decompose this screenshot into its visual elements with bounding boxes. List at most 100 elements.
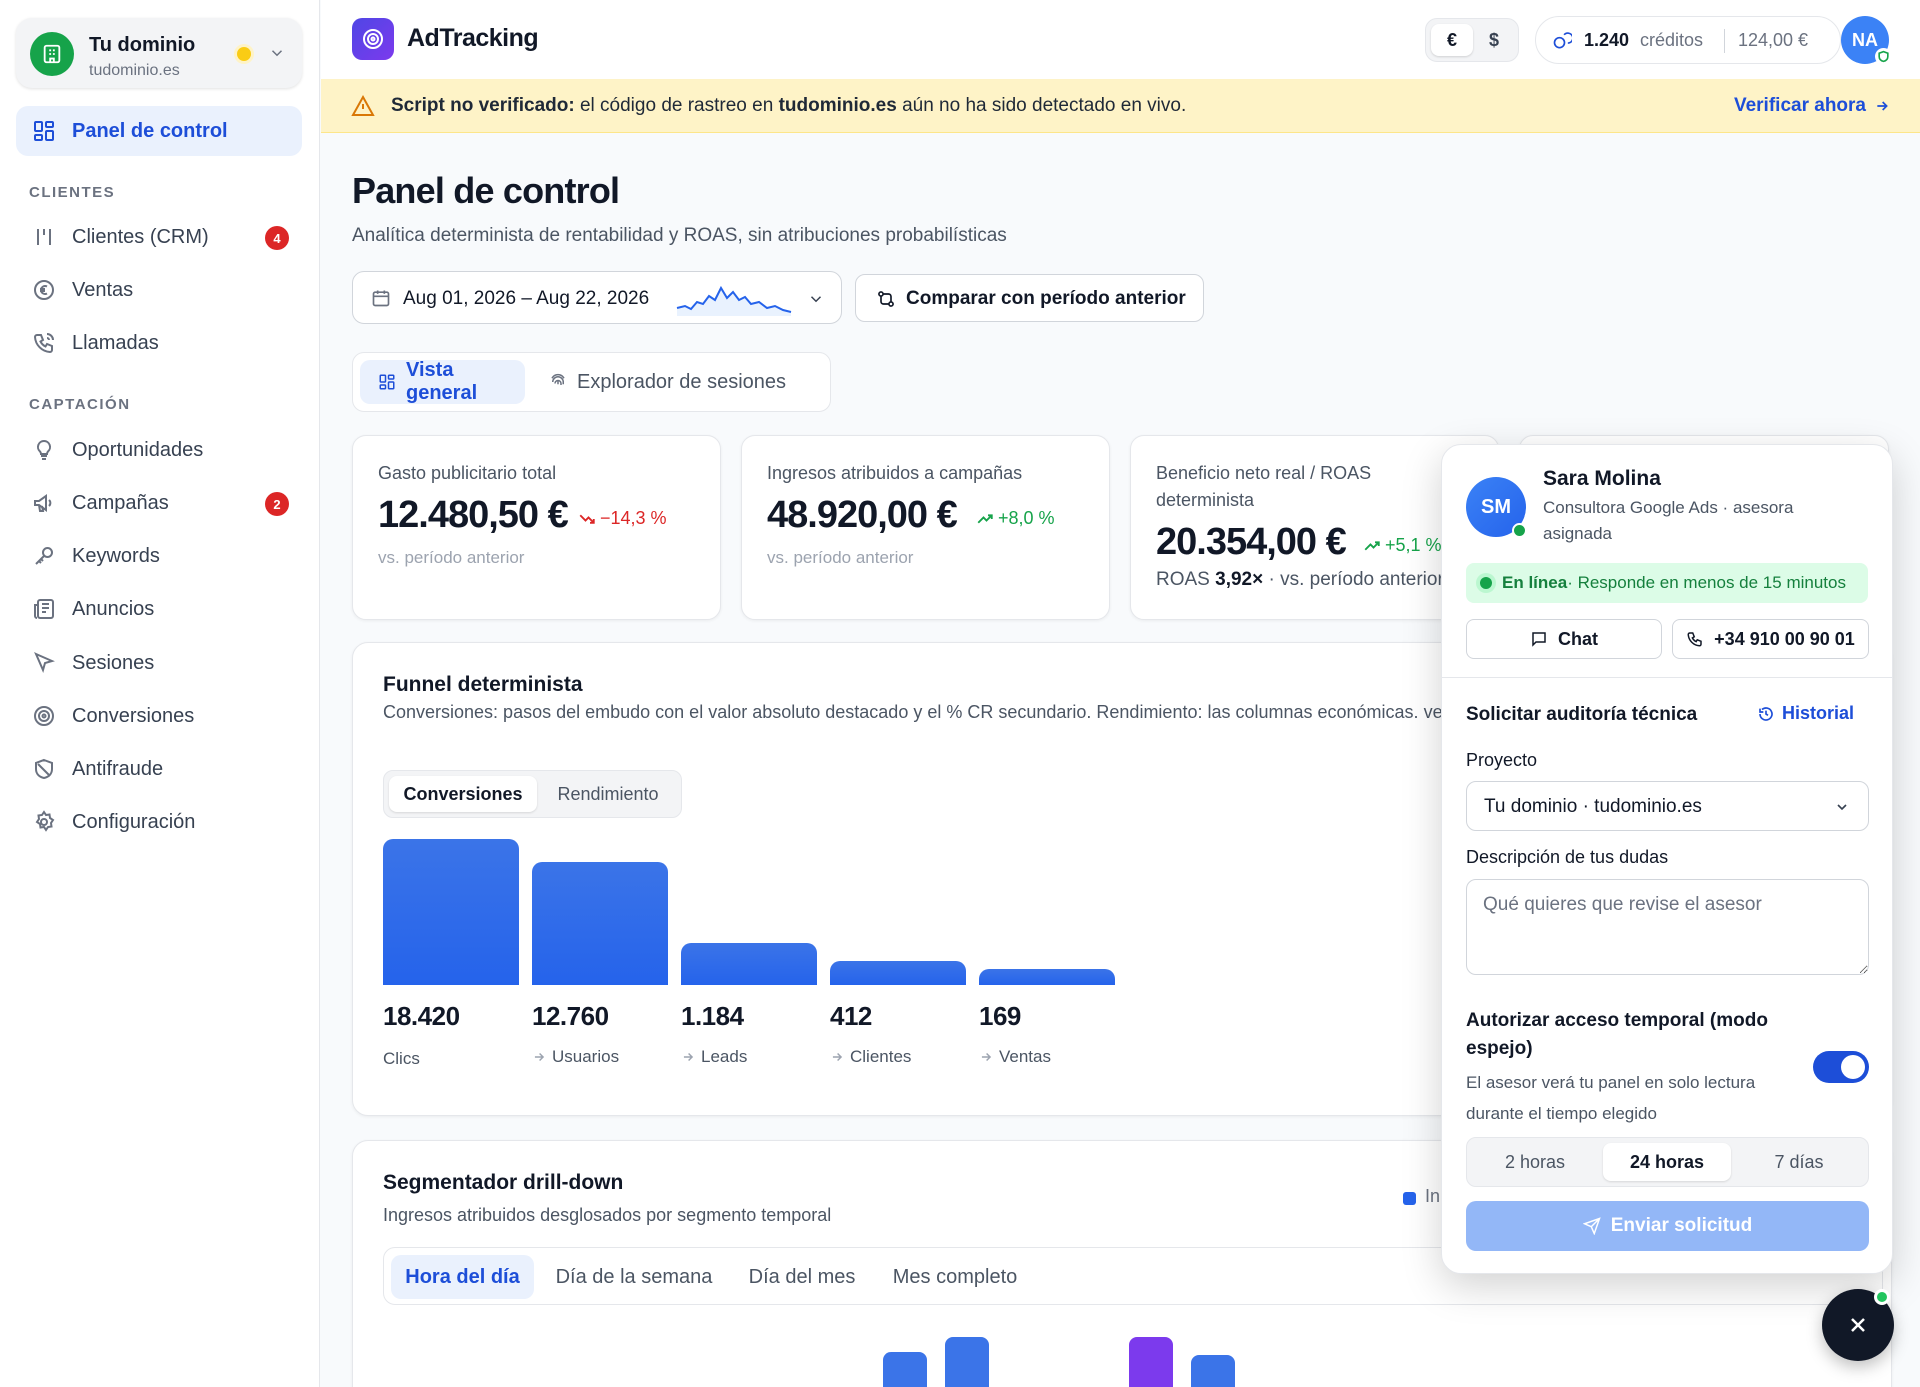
history-link[interactable]: Historial — [1758, 703, 1854, 724]
sidebar-item-keywords[interactable]: Keywords — [16, 531, 302, 581]
duration-24h[interactable]: 24 horas — [1603, 1143, 1731, 1181]
tab-mes-completo[interactable]: Mes completo — [880, 1255, 1030, 1299]
domain-name: Tu dominio — [89, 34, 196, 56]
funnel-bar-ventas — [979, 969, 1115, 985]
credits-label: créditos — [1640, 30, 1704, 50]
credits-count: 1.240 — [1584, 30, 1630, 50]
funnel-value: 12.760 — [532, 1001, 609, 1031]
call-button[interactable]: +34 910 00 90 01 — [1672, 619, 1869, 659]
sidebar-item-label: Ventas — [72, 279, 134, 301]
duration-7d[interactable]: 7 días — [1735, 1143, 1863, 1181]
tab-conversiones[interactable]: Conversiones — [389, 776, 537, 812]
funnel-bar-clics — [383, 839, 519, 985]
project-select[interactable]: Tu dominio · tudominio.es — [1466, 781, 1869, 831]
fingerprint-icon — [352, 18, 394, 60]
compare-period-button[interactable]: Comparar con período anterior — [855, 274, 1204, 322]
newspaper-icon — [32, 597, 56, 621]
funnel-value: 412 — [830, 1001, 872, 1031]
sidebar-item-label: Antifraude — [72, 758, 164, 780]
legend-label: In — [1425, 1186, 1441, 1206]
sidebar-item-ventas[interactable]: Ventas — [16, 265, 302, 315]
top-bar: AdTracking € $ 1.240 créditos 124,00 € N… — [321, 0, 1920, 79]
compare-label: Comparar con período anterior — [906, 288, 1186, 309]
funnel-value: 1.184 — [681, 1001, 744, 1031]
funnel-label: Usuarios — [532, 1047, 619, 1067]
sidebar-item-conversiones[interactable]: Conversiones — [16, 691, 302, 741]
project-value: Tu dominio · tudominio.es — [1484, 796, 1702, 817]
sidebar-item-label: Anuncios — [72, 598, 155, 620]
funnel-label: Clics — [383, 1049, 420, 1068]
duration-2h[interactable]: 2 horas — [1471, 1143, 1599, 1181]
gear-icon — [32, 810, 56, 834]
lightbulb-icon — [32, 438, 56, 462]
sidebar-item-anuncios[interactable]: Anuncios — [16, 584, 302, 634]
kpi-value: 48.920,00 € — [767, 494, 958, 536]
tab-rendimiento[interactable]: Rendimiento — [539, 776, 677, 812]
doubts-textarea[interactable] — [1466, 879, 1869, 975]
send-icon — [1582, 1217, 1601, 1235]
sidebar-item-oportunidades[interactable]: Oportunidades — [16, 425, 302, 475]
chat-icon — [1532, 632, 1546, 647]
close-icon — [1851, 1318, 1865, 1332]
tab-explorador-de-sesiones[interactable]: Explorador de sesiones — [533, 360, 823, 404]
credits-pill[interactable]: 1.240 créditos 124,00 € — [1535, 16, 1841, 64]
shield-check-icon — [1875, 48, 1892, 65]
funnel-bar-usuarios — [532, 862, 668, 985]
segment-bar-highlighted — [1129, 1337, 1173, 1387]
project-label: Proyecto — [1466, 750, 1538, 770]
currency-eur-button[interactable]: € — [1431, 24, 1473, 56]
audit-request-title: Solicitar auditoría técnica — [1466, 704, 1698, 725]
chevron-down-icon — [1834, 799, 1850, 815]
sidebar-item-antifraude[interactable]: Antifraude — [16, 744, 302, 794]
sidebar-item-label: Oportunidades — [72, 439, 204, 461]
trend-down-icon — [579, 514, 595, 524]
online-indicator — [1512, 523, 1527, 538]
tab-dia-de-la-semana[interactable]: Día de la semana — [544, 1255, 724, 1299]
warning-icon — [351, 94, 375, 118]
domain-switcher[interactable]: Tu dominio tudominio.es — [16, 18, 302, 88]
chevron-down-icon — [268, 44, 286, 62]
online-indicator — [1874, 1289, 1890, 1305]
temp-access-toggle[interactable] — [1813, 1051, 1869, 1083]
target-icon — [32, 704, 56, 728]
sidebar-item-label: Conversiones — [72, 705, 195, 727]
sidebar-item-configuracion[interactable]: Configuración — [16, 797, 302, 847]
arrow-right-icon — [981, 1052, 992, 1062]
send-request-button[interactable]: Enviar solicitud — [1466, 1201, 1869, 1251]
tab-dia-del-mes[interactable]: Día del mes — [732, 1255, 872, 1299]
compare-arrows-icon — [876, 289, 896, 309]
date-range-text: Aug 01, 2026 – Aug 22, 2026 — [403, 288, 650, 309]
sidebar-item-label: Keywords — [72, 545, 160, 567]
funnel-value: 18.420 — [383, 1001, 460, 1031]
date-range-picker[interactable]: Aug 01, 2026 – Aug 22, 2026 — [352, 271, 842, 324]
chevron-down-icon — [807, 290, 825, 308]
sidebar-item-label: Clientes (CRM) — [72, 226, 209, 248]
history-icon — [1759, 706, 1773, 721]
arrow-right-icon — [1877, 101, 1888, 111]
trend-up-icon — [977, 513, 993, 523]
sidebar-item-panel-de-control[interactable]: Panel de control — [16, 106, 302, 156]
page-title: Panel de control — [352, 170, 620, 211]
funnel-bar-clientes — [830, 961, 966, 985]
notification-badge: 4 — [265, 226, 289, 250]
tab-hora-del-dia[interactable]: Hora del día — [391, 1255, 534, 1299]
tab-vista-general[interactable]: Vista general — [360, 359, 525, 404]
kpi-delta: −14,3 % — [578, 508, 667, 529]
sidebar-item-sesiones[interactable]: Sesiones — [16, 638, 302, 688]
sparkline — [675, 282, 795, 316]
kpi-value: 12.480,50 € — [378, 494, 569, 536]
sidebar-item-clientes[interactable]: Clientes (CRM) 4 — [16, 212, 302, 262]
verify-now-link[interactable]: Verificar ahora — [1734, 95, 1890, 117]
view-tabs: Vista general Explorador de sesiones — [352, 352, 831, 412]
advisor-role: Consultora Google Ads · asesora asignada — [1543, 498, 1794, 543]
chat-button[interactable]: Chat — [1466, 619, 1662, 659]
segment-bar — [883, 1352, 927, 1387]
sidebar-item-llamadas[interactable]: Llamadas — [16, 318, 302, 368]
sidebar-item-label: Campañas — [72, 492, 169, 514]
funnel-view-toggle: Conversiones Rendimiento — [383, 770, 682, 818]
funnel-label: Ventas — [979, 1047, 1051, 1067]
shield-off-icon — [32, 757, 56, 781]
funnel-label: Leads — [681, 1047, 747, 1067]
currency-usd-button[interactable]: $ — [1473, 24, 1515, 56]
sidebar-item-campanas[interactable]: Campañas 2 — [16, 478, 302, 528]
